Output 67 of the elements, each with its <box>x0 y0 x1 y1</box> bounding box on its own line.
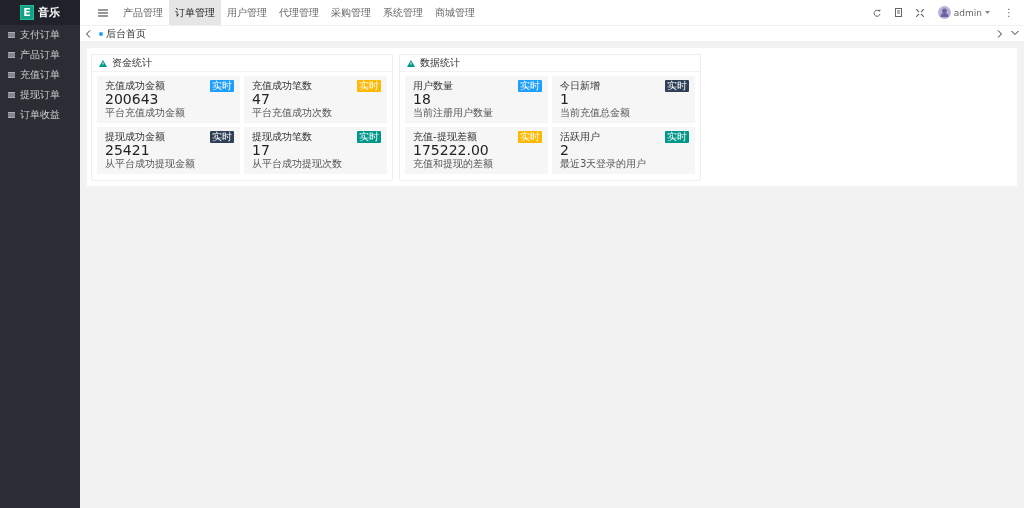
more-button[interactable]: ⋮ <box>1004 7 1014 18</box>
page-tab[interactable]: 后台首页 <box>99 26 146 41</box>
stat-label: 活跃用户 <box>560 131 600 143</box>
tag: 实时 <box>357 80 381 92</box>
sidebar-item[interactable]: 支付订单 <box>0 25 80 45</box>
fullscreen-icon[interactable] <box>915 8 924 17</box>
list-icon <box>8 92 15 98</box>
stat-label: 提现成功金额 <box>105 131 165 143</box>
stat-label: 充值成功笔数 <box>252 80 312 92</box>
chevron-left-icon[interactable] <box>85 29 91 38</box>
refresh-icon[interactable] <box>872 8 881 17</box>
tag: 实时 <box>518 80 542 92</box>
stat-value: 25421 <box>105 143 150 158</box>
stat-description: 平台充值成功金额 <box>105 107 185 119</box>
stat-label: 充值-提现差额 <box>413 131 477 143</box>
nav-tab[interactable]: 系统管理 <box>377 0 429 25</box>
nav-tab[interactable]: 产品管理 <box>117 0 169 25</box>
tag: 实时 <box>357 131 381 143</box>
stat-value: 1 <box>560 92 569 107</box>
stat-description: 平台充值成功次数 <box>252 107 332 119</box>
stat-value: 175222.00 <box>413 143 489 158</box>
stat-label: 提现成功笔数 <box>252 131 312 143</box>
tag: 实时 <box>210 80 234 92</box>
stat-description: 充值和提现的差额 <box>413 158 493 170</box>
caret-icon <box>985 11 990 14</box>
warning-icon <box>99 59 107 67</box>
stat-value: 18 <box>413 92 431 107</box>
list-icon <box>8 72 15 78</box>
avatar-icon[interactable] <box>937 6 951 19</box>
logo-mark: E <box>20 5 34 20</box>
tag: 实时 <box>518 131 542 143</box>
stat-description: 从平台成功提现次数 <box>252 158 342 170</box>
stat-value: 2 <box>560 143 569 158</box>
stat-value: 200643 <box>105 92 159 107</box>
stat-description: 当前充值总金额 <box>560 107 630 119</box>
chevron-down-icon[interactable] <box>1011 29 1019 36</box>
stat-label: 今日新增 <box>560 80 600 92</box>
sidebar-item[interactable]: 产品订单 <box>0 45 80 65</box>
stat-label: 用户数量 <box>413 80 453 92</box>
document-icon[interactable] <box>894 8 902 17</box>
stat-description: 当前注册用户数量 <box>413 107 493 119</box>
sidebar-item[interactable]: 提现订单 <box>0 85 80 105</box>
nav-tab[interactable]: 订单管理 <box>169 0 221 25</box>
chevron-right-icon[interactable] <box>997 29 1003 38</box>
stat-value: 17 <box>252 143 270 158</box>
menu-icon[interactable] <box>98 8 108 17</box>
stat-value: 47 <box>252 92 270 107</box>
nav-tab[interactable]: 代理管理 <box>273 0 325 25</box>
list-icon <box>8 32 15 38</box>
nav-tab[interactable]: 商城管理 <box>429 0 481 25</box>
panel-title: 资金统计 <box>112 56 152 70</box>
tag: 实时 <box>665 131 689 143</box>
username[interactable]: admin <box>953 7 982 18</box>
list-icon <box>8 52 15 58</box>
list-icon <box>8 112 15 118</box>
stat-description: 最近3天登录的用户 <box>560 158 647 170</box>
sidebar-item[interactable]: 订单收益 <box>0 105 80 125</box>
nav-tab[interactable]: 用户管理 <box>221 0 273 25</box>
stat-description: 从平台成功提现金额 <box>105 158 195 170</box>
warning-icon <box>407 59 415 67</box>
tag: 实时 <box>210 131 234 143</box>
panel-title: 数据统计 <box>420 56 460 70</box>
logo-title: 音乐 <box>37 5 60 20</box>
nav-tab[interactable]: 采购管理 <box>325 0 377 25</box>
stat-label: 充值成功金额 <box>105 80 165 92</box>
sidebar-item[interactable]: 充值订单 <box>0 65 80 85</box>
tag: 实时 <box>665 80 689 92</box>
